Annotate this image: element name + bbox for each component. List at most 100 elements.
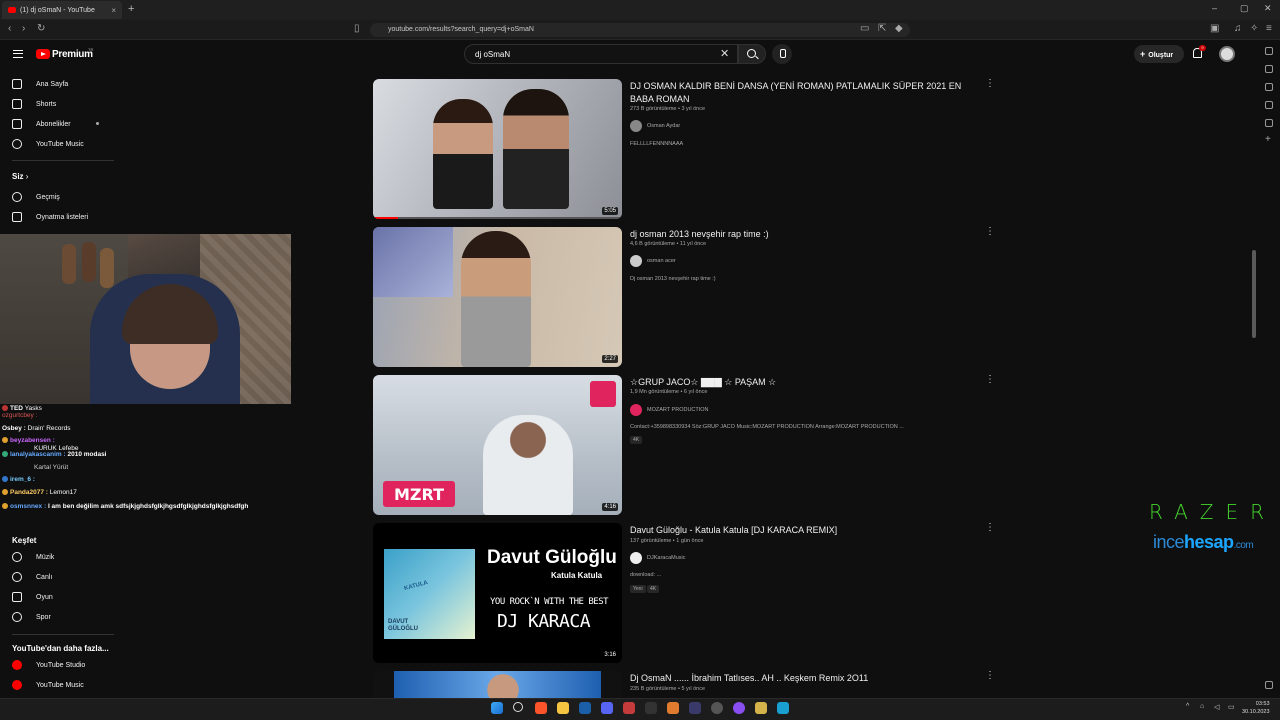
video-duration: 2:27 bbox=[602, 355, 618, 363]
sidebar-item-gaming[interactable]: Oyun bbox=[12, 589, 53, 605]
trophy-icon bbox=[12, 612, 22, 622]
address-bar[interactable]: youtube.com/results?search_query=dj+oSma… bbox=[370, 23, 910, 37]
calendar-app-icon[interactable] bbox=[623, 702, 635, 714]
channel-link[interactable]: DJKaracaMusic bbox=[630, 552, 686, 564]
cast-icon[interactable]: ▭ bbox=[860, 23, 869, 34]
sidebar-item-music[interactable]: Müzik bbox=[12, 549, 54, 565]
search-input[interactable]: dj oSmaN bbox=[464, 44, 738, 64]
more-actions-icon[interactable] bbox=[985, 78, 995, 90]
obs-icon[interactable] bbox=[689, 702, 701, 714]
app-blue-icon[interactable] bbox=[777, 702, 789, 714]
thumbnail-person bbox=[503, 89, 569, 209]
video-title[interactable]: dj osman 2013 nevşehir rap time :) bbox=[630, 228, 980, 241]
sidebar-item-youtube-studio[interactable]: YouTube Studio bbox=[12, 657, 85, 673]
video-title[interactable]: Davut Güloğlu - Katula Katula [DJ KARACA… bbox=[630, 524, 980, 537]
bookmark-icon[interactable]: ▯ bbox=[354, 23, 360, 34]
sidebar-item-history[interactable]: Geçmiş bbox=[12, 189, 60, 205]
twitch-app-icon[interactable] bbox=[733, 702, 745, 714]
chat-user: beyzabensen : bbox=[10, 437, 55, 444]
music-icon[interactable]: ♫ bbox=[1234, 23, 1242, 34]
video-thumbnail[interactable] bbox=[373, 671, 622, 698]
account-avatar[interactable] bbox=[1219, 46, 1235, 62]
add-panel-icon[interactable]: + bbox=[1265, 134, 1273, 145]
chevron-right-icon: › bbox=[25, 172, 29, 181]
hamburger-menu-icon[interactable] bbox=[13, 50, 23, 58]
video-thumbnail[interactable]: 2:27 bbox=[373, 227, 622, 367]
tab-close-icon[interactable]: × bbox=[111, 6, 116, 15]
close-window-button[interactable]: ✕ bbox=[1264, 3, 1272, 14]
reading-list-icon[interactable] bbox=[1265, 101, 1273, 109]
epic-games-icon[interactable] bbox=[645, 702, 657, 714]
create-button[interactable]: + Oluştur bbox=[1134, 45, 1184, 63]
discord-icon[interactable] bbox=[601, 702, 613, 714]
page-scrollbar[interactable] bbox=[1252, 250, 1256, 338]
sidebar-item-live[interactable]: Canlı bbox=[12, 569, 52, 585]
pin-icon[interactable]: ✧ bbox=[1250, 23, 1258, 34]
more-actions-icon[interactable] bbox=[985, 374, 995, 386]
video-thumbnail[interactable]: 5:05 bbox=[373, 79, 622, 219]
tray-network-icon[interactable]: ⌂ bbox=[1200, 703, 1204, 710]
channel-avatar bbox=[630, 404, 642, 416]
clock-time: 03:53 bbox=[1255, 701, 1270, 707]
settings-gear-icon[interactable] bbox=[1265, 681, 1273, 689]
sidebar-panel-icon[interactable] bbox=[1265, 47, 1273, 55]
bookmarks-panel-icon[interactable] bbox=[1265, 65, 1273, 73]
sidebar-item-sports[interactable]: Spor bbox=[12, 609, 51, 625]
taskbar-search-icon[interactable] bbox=[513, 702, 523, 712]
search-button[interactable] bbox=[738, 44, 766, 64]
sidebar-item-youtube-music[interactable]: YouTube Music bbox=[12, 136, 84, 152]
game-launcher-icon[interactable] bbox=[755, 702, 767, 714]
system-clock[interactable]: 03:53 30.10.2023 bbox=[1242, 700, 1270, 716]
history-panel-icon[interactable] bbox=[1265, 83, 1273, 91]
video-title[interactable]: DJ OSMAN KALDIR BENİ DANSA (YENİ ROMAN) … bbox=[630, 80, 980, 106]
chat-badge-icon bbox=[2, 476, 8, 483]
file-explorer-icon[interactable] bbox=[557, 702, 569, 714]
youtube-logo-icon[interactable] bbox=[36, 49, 50, 59]
back-icon[interactable]: ‹ bbox=[8, 23, 11, 34]
notification-count-badge: 9 bbox=[1199, 45, 1206, 51]
minimize-button[interactable]: – bbox=[1212, 3, 1217, 13]
video-thumbnail[interactable]: MZRT 4:16 bbox=[373, 375, 622, 515]
sidebar-item-shorts[interactable]: Shorts bbox=[12, 96, 56, 112]
more-actions-icon[interactable] bbox=[985, 670, 995, 682]
maximize-button[interactable]: ▢ bbox=[1240, 3, 1249, 14]
extensions-icon[interactable]: ▣ bbox=[1210, 23, 1219, 34]
sidebar-item-home[interactable]: Ana Sayfa bbox=[12, 76, 68, 92]
browser-tab[interactable]: (1) dj oSmaN - YouTube × bbox=[2, 1, 122, 19]
app-a-icon[interactable] bbox=[667, 702, 679, 714]
sidebar-item-subscriptions[interactable]: Abonelikler bbox=[12, 116, 71, 132]
sidebar-item-playlists[interactable]: Oynatma listeleri bbox=[12, 209, 88, 225]
sidebar-item-label: Müzik bbox=[36, 553, 55, 561]
brave-browser-icon[interactable] bbox=[535, 702, 547, 714]
channel-link[interactable]: osman acer bbox=[630, 255, 676, 267]
app-circle-icon[interactable] bbox=[711, 702, 723, 714]
video-title[interactable]: ☆GRUP JACO☆ ▇▇▇ ☆ PAŞAM ☆ bbox=[630, 376, 980, 389]
windows-start-icon[interactable] bbox=[491, 702, 503, 714]
forward-icon[interactable]: › bbox=[22, 23, 25, 34]
gamepad-icon bbox=[12, 592, 22, 602]
tray-notification-icon[interactable]: ▭ bbox=[1228, 703, 1235, 711]
menu-icon[interactable]: ≡ bbox=[1266, 23, 1272, 34]
video-title[interactable]: Dj OsmaN ...... İbrahim Tatlıses.. AH ..… bbox=[630, 672, 980, 685]
sidebar-heading-you[interactable]: Siz › bbox=[12, 172, 28, 181]
youtube-premium-logo[interactable]: Premium bbox=[52, 49, 93, 60]
steam-icon[interactable] bbox=[579, 702, 591, 714]
clock-date: 30.10.2023 bbox=[1242, 709, 1270, 715]
clear-search-icon[interactable]: ✕ bbox=[720, 47, 729, 60]
channel-link[interactable]: MOZART PRODUCTION bbox=[630, 404, 709, 416]
share-icon[interactable]: ⇱ bbox=[878, 23, 886, 34]
tray-chevron-icon[interactable]: ^ bbox=[1186, 703, 1189, 710]
video-thumbnail[interactable]: KATULA DAVUT GÜLOĞLU Davut Güloğlu Katul… bbox=[373, 523, 622, 663]
tray-volume-icon[interactable]: ◁ bbox=[1214, 703, 1219, 711]
notes-panel-icon[interactable] bbox=[1265, 119, 1273, 127]
more-actions-icon[interactable] bbox=[985, 226, 995, 238]
new-tab-button[interactable]: + bbox=[128, 3, 134, 15]
more-actions-icon[interactable] bbox=[985, 522, 995, 534]
channel-link[interactable]: Osman Aydar bbox=[630, 120, 680, 132]
shield-icon[interactable]: ◆ bbox=[895, 23, 903, 34]
voice-search-icon[interactable] bbox=[772, 44, 792, 64]
reload-icon[interactable]: ↻ bbox=[37, 23, 45, 34]
sidebar-item-label: YouTube Studio bbox=[36, 661, 86, 669]
sidebar-item-youtube-music-app[interactable]: YouTube Music bbox=[12, 677, 84, 693]
video-meta: 137 görüntüleme • 1 gün önce bbox=[630, 538, 704, 544]
